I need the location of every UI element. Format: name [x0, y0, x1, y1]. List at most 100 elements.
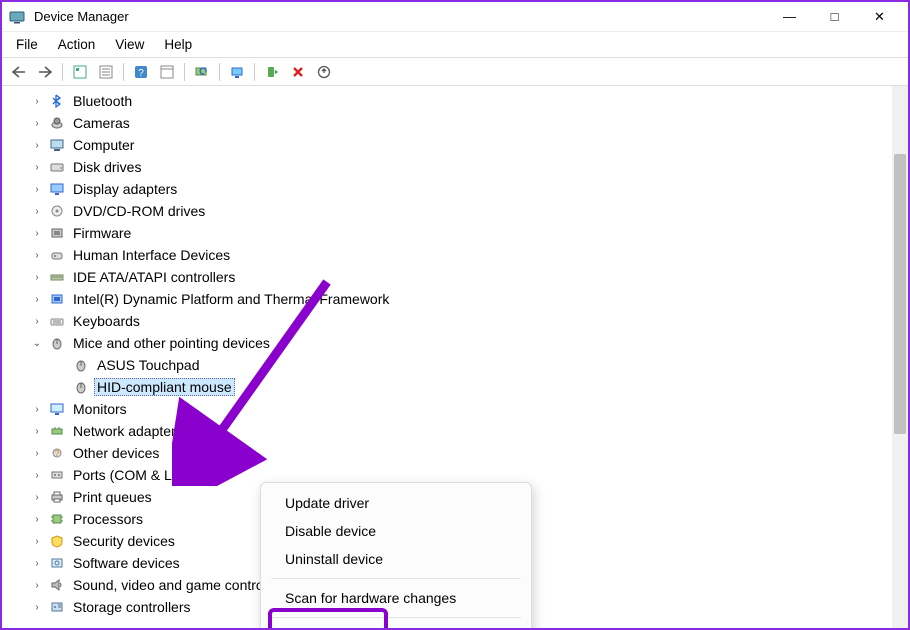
tree-node-label: Cameras [70, 114, 133, 132]
scan-hardware-button[interactable] [191, 61, 213, 83]
tree-node-monitors[interactable]: ›Monitors [10, 398, 892, 420]
menu-view[interactable]: View [105, 34, 154, 55]
toolbar-separator [184, 63, 185, 81]
tree-node-disk-drives[interactable]: ›Disk drives [10, 156, 892, 178]
tree-node-mice-and-other-pointing-devices[interactable]: ⌄Mice and other pointing devices [10, 332, 892, 354]
close-button[interactable]: ✕ [857, 3, 902, 31]
properties-button[interactable] [95, 61, 117, 83]
dvd-icon [48, 203, 66, 219]
expand-icon[interactable]: › [30, 580, 44, 591]
tree-node-label: Processors [70, 510, 146, 528]
expand-icon[interactable]: › [30, 250, 44, 261]
expand-icon[interactable]: › [30, 140, 44, 151]
titlebar[interactable]: Device Manager — □ ✕ [2, 2, 908, 32]
tree-node-human-interface-devices[interactable]: › Human Interface Devices [10, 244, 892, 266]
disk-icon [48, 159, 66, 175]
ctx-uninstall-device[interactable]: Uninstall device [261, 545, 531, 573]
printer-icon [48, 489, 66, 505]
expand-icon[interactable]: › [30, 272, 44, 283]
expand-icon[interactable]: › [30, 118, 44, 129]
tree-node-bluetooth[interactable]: › Bluetooth [10, 90, 892, 112]
toolbar-separator [254, 63, 255, 81]
window-controls: — □ ✕ [767, 3, 902, 31]
tree-node-label: Print queues [70, 488, 155, 506]
ctx-update-driver[interactable]: Update driver [261, 489, 531, 517]
menu-help[interactable]: Help [154, 34, 202, 55]
keyboard-icon [48, 313, 66, 329]
tree-node-display-adapters[interactable]: › Display adapters [10, 178, 892, 200]
help-button[interactable]: ? [130, 61, 152, 83]
expand-icon[interactable]: › [30, 492, 44, 503]
expand-icon[interactable]: › [30, 162, 44, 173]
tree-node-cameras[interactable]: › Cameras [10, 112, 892, 134]
network-icon [48, 423, 66, 439]
expand-icon[interactable]: › [30, 228, 44, 239]
collapse-icon[interactable]: ⌄ [30, 338, 44, 349]
tree-node-computer[interactable]: ›Computer [10, 134, 892, 156]
menu-file[interactable]: File [6, 34, 48, 55]
tree-node-other-devices[interactable]: ›?Other devices [10, 442, 892, 464]
software-icon [48, 555, 66, 571]
tree-node-label: Bluetooth [70, 92, 135, 110]
menu-action[interactable]: Action [48, 34, 106, 55]
disable-device-button[interactable] [313, 61, 335, 83]
monitor-icon [48, 401, 66, 417]
tree-node-ide-ata-atapi-controllers[interactable]: › IDE ATA/ATAPI controllers [10, 266, 892, 288]
tree-node-label: Security devices [70, 532, 178, 550]
tree-node-label: Display adapters [70, 180, 180, 198]
expand-icon[interactable]: › [30, 448, 44, 459]
tree-node-label: Ports (COM & LPT) [70, 466, 197, 484]
tree-node-hid-compliant-mouse[interactable]: HID-compliant mouse [10, 376, 892, 398]
toolbar: ? [2, 58, 908, 86]
cpu-icon [48, 511, 66, 527]
tree-node-label: Human Interface Devices [70, 246, 233, 264]
svg-text:?: ? [138, 68, 144, 79]
context-menu: Update driver Disable device Uninstall d… [260, 482, 532, 628]
ctx-disable-device[interactable]: Disable device [261, 517, 531, 545]
other-icon: ? [48, 445, 66, 461]
ctx-properties[interactable]: Properties [261, 623, 531, 628]
svg-text:?: ? [55, 449, 60, 458]
uninstall-device-button[interactable] [287, 61, 309, 83]
minimize-button[interactable]: — [767, 3, 812, 31]
expand-icon[interactable]: › [30, 96, 44, 107]
menubar: File Action View Help [2, 32, 908, 58]
expand-icon[interactable]: › [30, 316, 44, 327]
expand-icon[interactable]: › [30, 426, 44, 437]
expand-icon[interactable]: › [30, 294, 44, 305]
device-manager-window: Device Manager — □ ✕ File Action View He… [0, 0, 910, 630]
mouse-icon [72, 357, 90, 373]
tree-node-network-adapters[interactable]: ›Network adapters [10, 420, 892, 442]
tree-node-label: Sound, video and game controllers [70, 576, 292, 594]
tree-node-firmware[interactable]: ›Firmware [10, 222, 892, 244]
expand-icon[interactable]: › [30, 536, 44, 547]
tree-node-intel-r-dynamic-platform-and-thermal-framework[interactable]: ›Intel(R) Dynamic Platform and Thermal F… [10, 288, 892, 310]
tree-node-keyboards[interactable]: ›Keyboards [10, 310, 892, 332]
forward-button[interactable] [34, 61, 56, 83]
scrollbar-thumb[interactable] [894, 154, 906, 434]
expand-icon[interactable]: › [30, 184, 44, 195]
ctx-scan-hardware[interactable]: Scan for hardware changes [261, 584, 531, 612]
vertical-scrollbar[interactable] [892, 86, 908, 628]
tree-node-asus-touchpad[interactable]: ASUS Touchpad [10, 354, 892, 376]
security-icon [48, 533, 66, 549]
expand-icon[interactable]: › [30, 206, 44, 217]
enable-device-button[interactable] [261, 61, 283, 83]
tree-node-dvd-cd-rom-drives[interactable]: ›DVD/CD-ROM drives [10, 200, 892, 222]
expand-icon[interactable]: › [30, 470, 44, 481]
update-driver-button[interactable] [226, 61, 248, 83]
expand-icon[interactable]: › [30, 514, 44, 525]
expand-icon[interactable]: › [30, 404, 44, 415]
toolbar-separator [123, 63, 124, 81]
expand-icon[interactable]: › [30, 602, 44, 613]
tree-node-label: IDE ATA/ATAPI controllers [70, 268, 238, 286]
show-hidden-button[interactable] [69, 61, 91, 83]
expand-icon[interactable]: › [30, 558, 44, 569]
tree-node-label: HID-compliant mouse [94, 378, 235, 396]
bluetooth-icon [48, 93, 66, 109]
maximize-button[interactable]: □ [812, 3, 857, 31]
ctx-separator [271, 617, 521, 618]
back-button[interactable] [8, 61, 30, 83]
prop-sheet-button[interactable] [156, 61, 178, 83]
ctx-separator [271, 578, 521, 579]
